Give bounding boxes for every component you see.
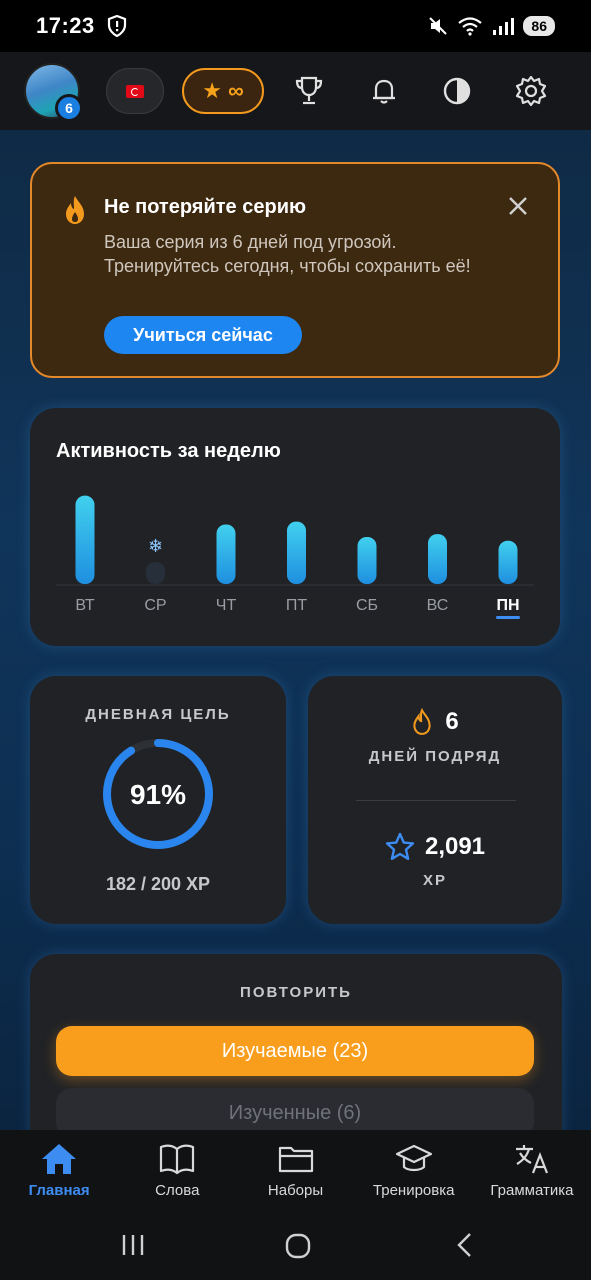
chart-bar — [75, 495, 95, 584]
system-navigation-bar — [0, 1212, 591, 1280]
chart-bar — [498, 540, 518, 584]
status-bar: 17:23 86 — [0, 0, 591, 52]
study-now-button[interactable]: Учиться сейчас — [104, 316, 302, 354]
streak-label: ДНЕЙ ПОДРЯД — [368, 748, 502, 765]
contrast-icon — [443, 77, 471, 105]
theme-toggle-button[interactable] — [438, 72, 476, 110]
star-outline-icon — [385, 832, 415, 860]
chart-bar — [428, 534, 447, 584]
streak-days: 6 — [445, 708, 459, 735]
repeat-card: ПОВТОРИТЬ Изучаемые (23) Изученные (6) — [30, 954, 562, 1154]
learning-words-button[interactable]: Изучаемые (23) — [56, 1026, 534, 1076]
notifications-button[interactable] — [365, 72, 403, 110]
language-button[interactable] — [106, 68, 164, 114]
chart-day-label: СР — [144, 597, 166, 614]
trophy-button[interactable] — [290, 72, 328, 110]
warning-text: Ваша серия из 6 дней под угрозой. Тренир… — [104, 232, 471, 276]
current-day-indicator — [496, 616, 520, 619]
chart-day-label: СБ — [356, 597, 378, 614]
folder-icon — [278, 1146, 313, 1173]
avatar-level-badge: 6 — [55, 94, 83, 122]
nav-words[interactable]: Слова — [118, 1130, 236, 1212]
back-icon[interactable] — [452, 1232, 478, 1258]
turkey-flag-icon — [126, 84, 144, 98]
streak-warning-card: Не потеряйте серию Ваша серия из 6 дней … — [30, 162, 560, 378]
premium-stars-button[interactable]: ★ ∞ — [182, 68, 264, 114]
chart-bar — [216, 524, 236, 584]
daily-goal-card: ДНЕВНАЯ ЦЕЛЬ 91% 182 / 200 XP — [30, 676, 286, 924]
daily-goal-label: ДНЕВНАЯ ЦЕЛЬ — [85, 706, 231, 723]
shield-icon — [107, 15, 126, 37]
chart-day-label: ВС — [427, 597, 449, 614]
repeat-label: ПОВТОРИТЬ — [240, 984, 352, 1001]
nav-sets-label: Наборы — [267, 1182, 324, 1199]
chart-bar-frozen — [146, 562, 165, 584]
home-icon — [42, 1144, 77, 1174]
nav-sets[interactable]: Наборы — [236, 1130, 354, 1212]
chart-day-label: ВТ — [75, 597, 95, 614]
nav-home-label: Главная — [28, 1182, 90, 1199]
close-icon[interactable] — [506, 194, 530, 218]
translate-icon — [515, 1145, 548, 1174]
status-time: 17:23 — [36, 13, 95, 38]
streak-card: 6 ДНЕЙ ПОДРЯД 2,091 XP — [308, 676, 562, 924]
nav-home[interactable]: Главная — [0, 1130, 118, 1212]
book-icon — [160, 1144, 195, 1175]
bottom-navigation: Главная Слова Наборы Тренировка Граммати… — [0, 1130, 591, 1212]
home-system-icon[interactable] — [284, 1232, 312, 1260]
xp-total: 2,091 — [424, 833, 486, 860]
nav-training[interactable]: Тренировка — [355, 1130, 473, 1212]
xp-label: XP — [422, 872, 447, 889]
weekly-activity-card: ВТ ❄ СР ЧТ ПТ СБ ВС ПН Активность за неделю — [30, 408, 560, 646]
flame-icon — [66, 196, 84, 224]
chart-day-label: ПТ — [286, 597, 308, 614]
chart-day-label: ЧТ — [216, 597, 237, 614]
battery-indicator: 86 — [523, 16, 555, 36]
trophy-icon — [295, 76, 323, 105]
stars-value: ∞ — [228, 78, 244, 103]
recent-apps-icon[interactable] — [120, 1232, 146, 1258]
flame-icon — [413, 708, 431, 735]
graduation-cap-icon — [395, 1144, 432, 1172]
chart-bar — [357, 536, 377, 584]
chart-bar — [287, 521, 306, 584]
daily-goal-xp: 182 / 200 XP — [105, 874, 211, 894]
nav-grammar-label: Грамматика — [490, 1182, 574, 1199]
top-header: ★ ∞ — [0, 52, 591, 130]
chart-day-label: ПН — [496, 597, 519, 614]
nav-grammar[interactable]: Грамматика — [473, 1130, 591, 1212]
nav-training-label: Тренировка — [372, 1182, 455, 1199]
star-icon: ★ — [202, 78, 223, 103]
mute-icon — [429, 17, 448, 35]
weekly-activity-title: Активность за неделю — [56, 440, 281, 462]
bell-icon — [373, 79, 395, 104]
signal-icon — [493, 18, 515, 35]
snowflake-icon: ❄ — [148, 536, 163, 556]
nav-words-label: Слова — [155, 1182, 200, 1199]
wifi-icon — [458, 17, 483, 36]
warning-title: Не потеряйте серию — [104, 196, 307, 218]
divider — [356, 800, 516, 801]
daily-goal-percent: 91% — [129, 779, 187, 810]
gear-icon — [515, 75, 547, 107]
settings-button[interactable] — [512, 72, 550, 110]
